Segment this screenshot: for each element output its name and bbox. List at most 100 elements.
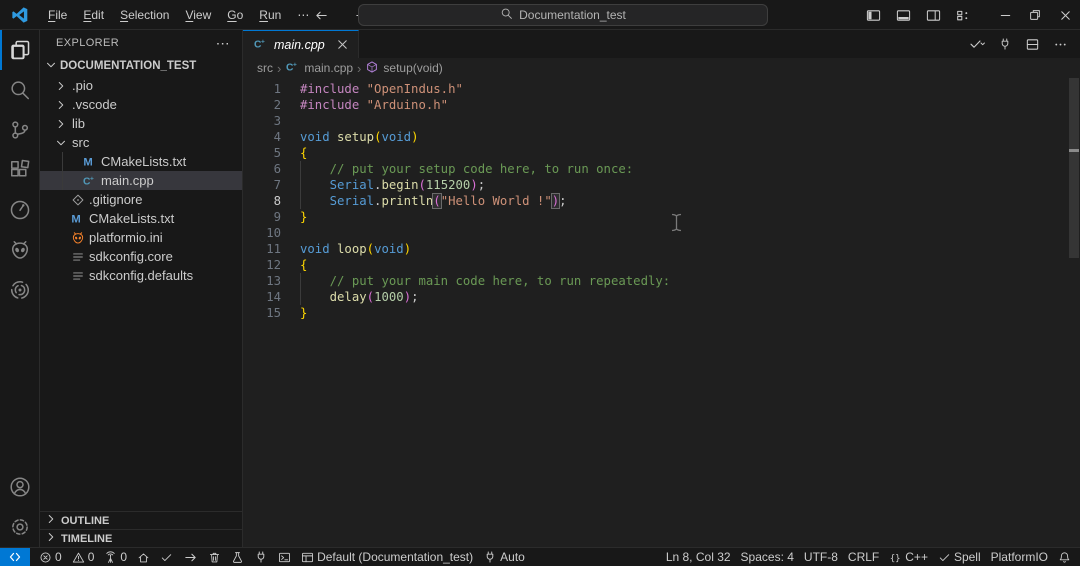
- line-number[interactable]: 11: [243, 241, 281, 257]
- line-number[interactable]: 2: [243, 97, 281, 113]
- tree-item--vscode[interactable]: .vscode: [40, 95, 242, 114]
- titlebar: FileEditSelectionViewGoRun⋯ Documentatio…: [0, 0, 1080, 30]
- statusbar-pio-terminal[interactable]: [273, 548, 296, 566]
- tree-item-platformio-ini[interactable]: platformio.ini: [40, 228, 242, 247]
- vscode-logo-icon: [0, 6, 40, 24]
- statusbar-spell-checker[interactable]: Spell: [933, 548, 986, 566]
- remote-indicator-button[interactable]: [0, 548, 30, 566]
- customize-layout-icon[interactable]: [950, 2, 976, 28]
- activity-accounts[interactable]: [0, 467, 39, 507]
- breadcrumb-main-cpp[interactable]: C+main.cpp: [285, 59, 353, 77]
- bell-icon: [1058, 551, 1071, 564]
- statusbar-eol[interactable]: CRLF: [843, 548, 884, 566]
- activity-explorer[interactable]: [0, 30, 39, 70]
- scrollbar-thumb[interactable]: [1069, 78, 1079, 258]
- check-icon: [938, 551, 951, 564]
- chevron-right-icon: [44, 512, 58, 529]
- statusbar-cursor-position[interactable]: Ln 8, Col 32: [661, 548, 736, 566]
- menu-go[interactable]: Go: [219, 4, 251, 26]
- toggle-secondary-sidebar-icon[interactable]: [920, 2, 946, 28]
- menu-selection[interactable]: Selection: [112, 4, 177, 26]
- section-timeline[interactable]: TIMELINE: [40, 529, 242, 547]
- statusbar-notifications[interactable]: [1053, 548, 1076, 566]
- line-number[interactable]: 3: [243, 113, 281, 129]
- statusbar-pio-clean[interactable]: [203, 548, 226, 566]
- tree-item-cmakelists-txt[interactable]: MCMakeLists.txt: [40, 209, 242, 228]
- activity-target[interactable]: [0, 270, 39, 310]
- tree-item-lib[interactable]: lib: [40, 114, 242, 133]
- cmake-file-icon: M: [70, 211, 85, 226]
- trash-icon: [208, 551, 221, 564]
- line-number[interactable]: 6: [243, 161, 281, 177]
- line-number[interactable]: 1: [243, 81, 281, 97]
- statusbar-encoding[interactable]: UTF-8: [799, 548, 843, 566]
- tab-main-cpp[interactable]: C+ main.cpp: [243, 30, 359, 58]
- line-number[interactable]: 7: [243, 177, 281, 193]
- menu-run[interactable]: Run: [251, 4, 289, 26]
- statusbar-pio-home[interactable]: [132, 548, 155, 566]
- line-number[interactable]: 4: [243, 129, 281, 145]
- statusbar-ports[interactable]: 0: [99, 548, 132, 566]
- tree-item-label: sdkconfig.core: [89, 249, 173, 264]
- statusbar-pio-serial-monitor[interactable]: [249, 548, 273, 566]
- statusbar-platformio-status[interactable]: PlatformIO: [986, 548, 1053, 566]
- tree-item-cmakelists-txt[interactable]: MCMakeLists.txt: [40, 152, 242, 171]
- statusbar-language-mode[interactable]: {}C++: [884, 548, 933, 566]
- split-editor-icon[interactable]: [1025, 37, 1040, 52]
- activity-platformio[interactable]: [0, 230, 39, 270]
- menu-file[interactable]: File: [40, 4, 75, 26]
- close-tab-icon[interactable]: [335, 37, 350, 52]
- restore-button[interactable]: [1020, 0, 1050, 30]
- line-number[interactable]: 9: [243, 209, 281, 225]
- tree-item-src[interactable]: src: [40, 133, 242, 152]
- breadcrumb-setup-void-[interactable]: setup(void): [365, 60, 442, 77]
- statusbar-warnings[interactable]: 0: [67, 548, 100, 566]
- tree-item-main-cpp[interactable]: C+main.cpp: [40, 171, 242, 190]
- activity-extensions[interactable]: [0, 150, 39, 190]
- statusbar-pio-port[interactable]: Auto: [478, 548, 530, 566]
- tree-item--pio[interactable]: .pio: [40, 76, 242, 95]
- activity-source-control[interactable]: [0, 110, 39, 150]
- statusbar-pio-upload[interactable]: [178, 548, 203, 566]
- line-number[interactable]: 10: [243, 225, 281, 241]
- line-number[interactable]: 13: [243, 273, 281, 289]
- window-controls: [860, 0, 1080, 30]
- menu-edit[interactable]: Edit: [75, 4, 112, 26]
- editor-scrollbar[interactable]: [1067, 78, 1080, 547]
- line-number[interactable]: 15: [243, 305, 281, 321]
- statusbar-indentation[interactable]: Spaces: 4: [736, 548, 799, 566]
- statusbar-pio-test[interactable]: [226, 548, 249, 566]
- activity-search[interactable]: [0, 70, 39, 110]
- back-arrow-icon[interactable]: [308, 2, 334, 28]
- vscode-window: FileEditSelectionViewGoRun ⋯ Documentatio…: [0, 0, 1080, 566]
- tree-item-sdkconfig-defaults[interactable]: sdkconfig.defaults: [40, 266, 242, 285]
- explorer-more-actions-icon[interactable]: ⋯: [216, 35, 230, 52]
- activity-run-clock[interactable]: [0, 190, 39, 230]
- tree-root-folder[interactable]: DOCUMENTATION_TEST: [40, 56, 242, 76]
- section-outline[interactable]: OUTLINE: [40, 511, 242, 529]
- command-center-search[interactable]: Documentation_test: [358, 4, 768, 26]
- activity-settings[interactable]: [0, 507, 39, 547]
- more-actions-icon[interactable]: [1053, 37, 1068, 52]
- serial-plug-icon[interactable]: [998, 37, 1012, 51]
- close-window-button[interactable]: [1050, 0, 1080, 30]
- run-check-icon[interactable]: [969, 36, 985, 52]
- statusbar-pio-build[interactable]: [155, 548, 178, 566]
- minimize-button[interactable]: [990, 0, 1020, 30]
- statusbar-errors[interactable]: 0: [34, 548, 67, 566]
- statusbar-pio-env[interactable]: Default (Documentation_test): [296, 548, 478, 566]
- toggle-sidebar-icon[interactable]: [860, 2, 886, 28]
- breadcrumb-src[interactable]: src: [257, 61, 273, 75]
- code-line-8: 8 Serial.println("Hello World !");: [243, 193, 1080, 209]
- tree-item--gitignore[interactable]: .gitignore: [40, 190, 242, 209]
- line-number[interactable]: 5: [243, 145, 281, 161]
- line-number[interactable]: 12: [243, 257, 281, 273]
- code-editor[interactable]: 1#include "OpenIndus.h"2#include "Arduin…: [243, 78, 1080, 547]
- line-number[interactable]: 8: [243, 193, 281, 209]
- line-number[interactable]: 14: [243, 289, 281, 305]
- tree-item-sdkconfig-core[interactable]: sdkconfig.core: [40, 247, 242, 266]
- toggle-panel-icon[interactable]: [890, 2, 916, 28]
- code-text: void setup(void): [300, 129, 419, 145]
- menu-view[interactable]: View: [177, 4, 219, 26]
- project-icon: [301, 551, 314, 564]
